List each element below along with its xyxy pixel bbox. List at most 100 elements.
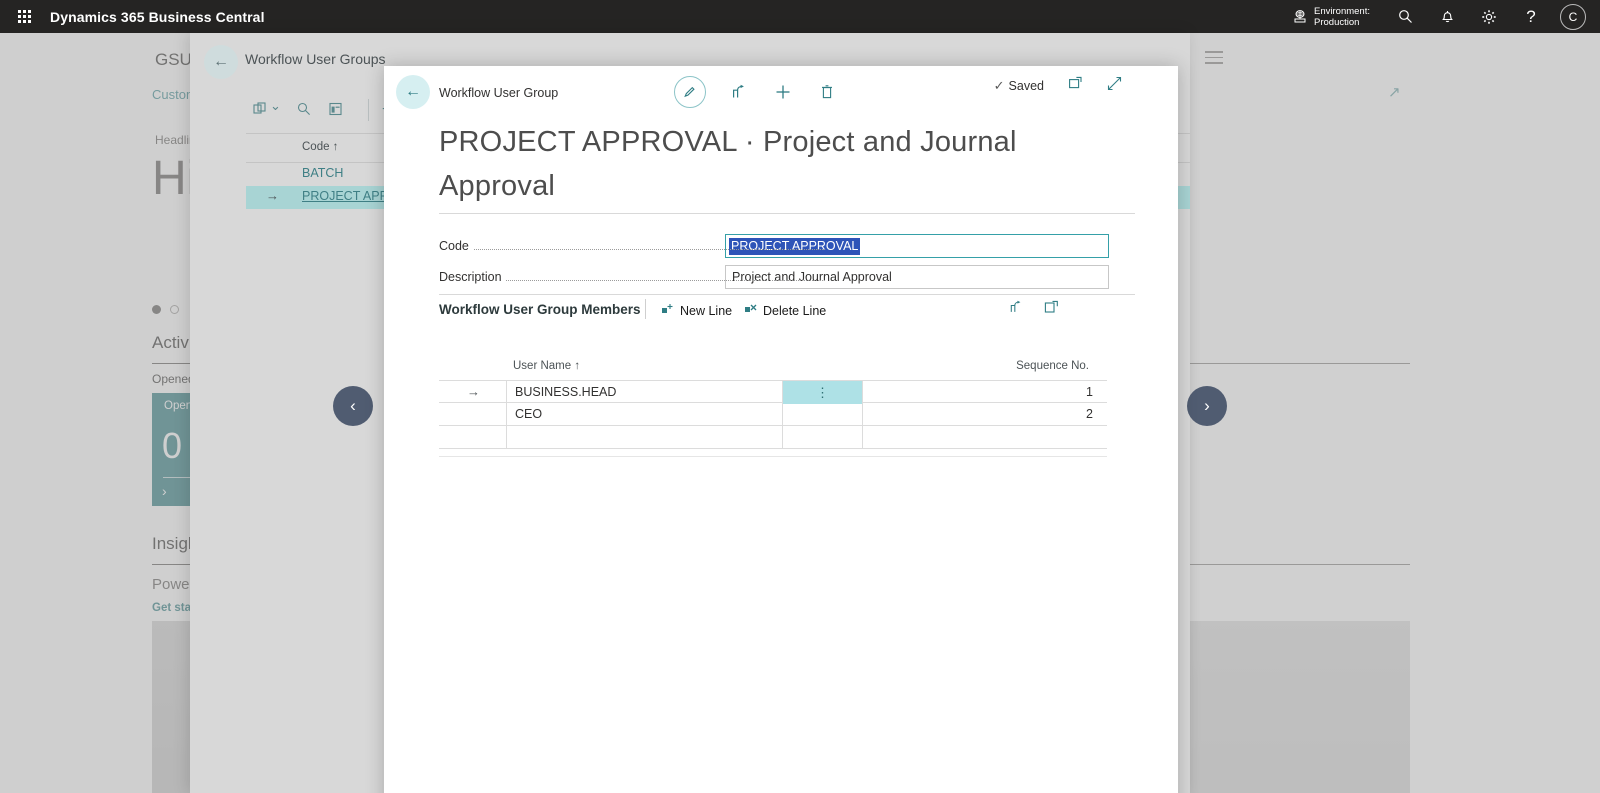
subpage-header: Workflow User Group Members New Line Del… [439, 294, 1109, 328]
tile-more-chevron-icon[interactable]: › [162, 483, 167, 499]
list-back-button[interactable]: ← [204, 45, 238, 79]
divider [645, 299, 646, 319]
cell-sequence-no-text: 1 [1086, 385, 1093, 399]
new-line-button[interactable]: New Line [661, 302, 732, 319]
help-icon: ? [1526, 6, 1536, 26]
avatar[interactable]: C [1560, 3, 1586, 30]
cell-user-name[interactable] [507, 426, 783, 449]
open-in-new-window-icon [1069, 76, 1082, 89]
card-status-area: ✓ Saved [994, 76, 1122, 95]
new-button[interactable] [772, 76, 794, 108]
card-toolbar [674, 76, 838, 108]
open-in-excel-button[interactable] [1044, 300, 1059, 318]
tile-value: 0 [162, 425, 183, 466]
app-bar-right: Environment: Production ? C [1292, 0, 1600, 33]
share-button[interactable] [1009, 300, 1024, 318]
activity-tile-opened[interactable]: Opened 0 › [152, 393, 205, 506]
cell-user-name-text: BUSINESS.HEAD [515, 385, 617, 399]
fullscreen-button[interactable] [1107, 76, 1122, 95]
cell-sequence-no[interactable] [863, 426, 1106, 449]
grid-column-sequence-no[interactable]: Sequence No. [1016, 360, 1089, 372]
card-back-button[interactable]: ← [396, 75, 430, 109]
edit-button[interactable] [674, 76, 706, 108]
previous-record-button[interactable]: ‹ [333, 386, 373, 426]
workflow-user-group-card: ← Workflow User Group ✓ Saved PROJECT AP… [384, 66, 1178, 793]
field-row-description: Description [439, 265, 1109, 289]
environment-indicator[interactable]: Environment: Production [1292, 6, 1370, 28]
cell-sequence-no[interactable] [863, 403, 1106, 426]
delete-line-label: Delete Line [763, 303, 827, 318]
search-icon [1398, 10, 1412, 23]
share-button[interactable] [728, 76, 750, 108]
pencil-icon [684, 86, 695, 98]
row-indicator-arrow-icon: → [266, 188, 279, 203]
title-divider [439, 213, 1135, 214]
waffle-icon [17, 10, 31, 23]
notifications-button[interactable] [1426, 0, 1468, 33]
cell-user-name[interactable] [507, 403, 783, 426]
waffle-menu-button[interactable] [0, 0, 48, 33]
grid-bottom-rule [439, 456, 1107, 457]
toolbar-divider [368, 99, 369, 121]
gear-icon [1482, 9, 1496, 24]
open-in-excel-icon [1044, 300, 1058, 313]
page-title: PROJECT APPROVAL · Project and Journal A… [439, 126, 1017, 202]
edit-list-caret-icon: ⌄ [270, 98, 281, 113]
chevron-right-icon: › [1204, 396, 1210, 415]
open-in-excel-button[interactable] [328, 101, 344, 117]
fullscreen-icon [1107, 76, 1122, 91]
search-button[interactable] [1384, 0, 1426, 33]
grid-column-user-name[interactable]: User Name ↑ [513, 360, 580, 372]
ellipsis-icon[interactable]: ⋮ [816, 383, 829, 402]
subpage-right-tools [1009, 300, 1059, 318]
table-row[interactable]: CEO 2 [439, 403, 1107, 426]
new-line-icon [661, 302, 675, 319]
settings-button[interactable] [1468, 0, 1510, 33]
row-indicator-cell [439, 426, 507, 449]
trash-icon [822, 85, 832, 99]
delete-line-button[interactable]: Delete Line [744, 302, 826, 319]
check-icon: ✓ [993, 77, 1005, 93]
delete-button[interactable] [816, 76, 838, 108]
dim-overlay-right [1190, 33, 1600, 793]
code-input-selected-text: PROJECT APPROVAL [729, 238, 861, 255]
cell-options-selected[interactable]: ⋮ [783, 381, 863, 404]
edit-list-button[interactable]: ⌄ [252, 98, 281, 117]
share-icon [732, 84, 744, 97]
subpage-title: Workflow User Group Members [439, 302, 641, 317]
code-field-label: Code [439, 239, 473, 253]
field-row-code: Code PROJECT APPROVAL [439, 234, 1109, 258]
environment-label: Environment: [1314, 5, 1370, 17]
environment-icon [1294, 9, 1306, 22]
breadcrumb: Workflow User Group [439, 86, 559, 100]
row-indicator-cell [439, 403, 507, 426]
table-row[interactable]: → BUSINESS.HEAD ⋮ 1 [439, 380, 1107, 404]
cell-user-name-text: CEO [515, 407, 543, 421]
card-header: ← Workflow User Group ✓ Saved [384, 66, 1178, 118]
help-button[interactable]: ? [1510, 0, 1552, 33]
carousel-dots[interactable] [152, 305, 179, 314]
delete-line-icon [744, 302, 758, 319]
share-icon [1010, 300, 1021, 312]
grid-column-headers: User Name ↑ Sequence No. [439, 356, 1107, 380]
table-row[interactable] [439, 426, 1107, 449]
description-input[interactable] [725, 265, 1109, 289]
list-column-header-code[interactable]: Code ↑ [302, 141, 338, 153]
search-icon [297, 102, 310, 115]
new-line-label: New Line [680, 303, 733, 318]
list-search-button[interactable] [296, 101, 312, 117]
cell-sequence-no[interactable] [863, 381, 1106, 404]
saved-label: Saved [1008, 78, 1044, 93]
list-row-code: BATCH [302, 166, 344, 180]
workflow-user-group-members-grid: User Name ↑ Sequence No. → BUSINESS.HEAD… [439, 356, 1107, 449]
cell-options[interactable] [783, 426, 863, 449]
cell-sequence-no-text: 2 [1086, 407, 1093, 421]
open-in-new-window-button[interactable] [1068, 76, 1083, 95]
next-record-button[interactable]: › [1187, 386, 1227, 426]
plus-icon [776, 85, 790, 99]
edit-list-icon [253, 102, 266, 114]
environment-value: Production [1314, 16, 1360, 28]
cell-options[interactable] [783, 403, 863, 426]
open-in-excel-icon [329, 102, 342, 116]
status-badge: ✓ Saved [994, 78, 1044, 94]
